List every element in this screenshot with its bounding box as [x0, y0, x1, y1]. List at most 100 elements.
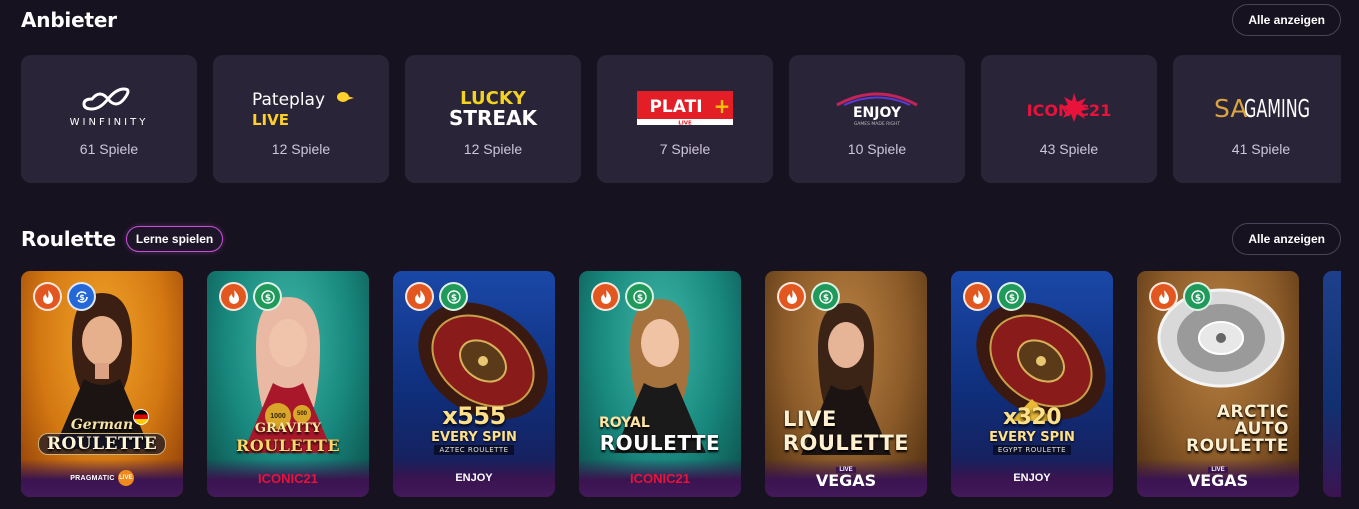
game-title-small: GRAVITY: [254, 421, 322, 436]
pateplay-name: Pateplay: [252, 90, 325, 110]
enjoy-logo: ENJOY GAMES MADE RIGHT: [822, 55, 932, 137]
provider-count: 12 Spiele: [463, 141, 523, 157]
provider-name: ENJOY: [455, 472, 493, 484]
roulette-header: Roulette Lerne spielen Alle anzeigen: [21, 223, 1341, 255]
flame-icon: [777, 282, 806, 311]
game-title-sub: EVERY SPIN: [431, 430, 517, 445]
game-tile-x320-egypt-roulette[interactable]: $ x320 EVERY SPIN EGYPT ROULETTE ENJOY: [951, 271, 1113, 497]
provider-card-pateplay[interactable]: Pateplay LIVE 12 Spiele: [213, 55, 389, 183]
badge-row: $: [219, 282, 282, 311]
dollar-icon: $: [439, 282, 468, 311]
plati-text: PLATI: [649, 97, 702, 117]
game-title-small: LIVE: [783, 407, 837, 431]
game-title-big: ROULETTE: [782, 431, 910, 455]
svg-text:$: $: [636, 293, 642, 303]
dollar-icon: $: [811, 282, 840, 311]
svg-text:$: $: [1008, 293, 1014, 303]
flame-icon: [1149, 282, 1178, 311]
flame-icon: [963, 282, 992, 311]
badge-row: $: [33, 282, 96, 311]
game-provider: PRAGMATIC LIVE: [21, 459, 183, 497]
game-title-small: German: [70, 417, 134, 433]
game-title: GRAVITY ROULETTE: [207, 421, 369, 455]
roulette-title: Roulette: [21, 227, 116, 251]
provider-card-platiplus[interactable]: PLATI + LIVE 7 Spiele: [597, 55, 773, 183]
pateplay-logo: Pateplay LIVE: [246, 55, 356, 137]
svg-text:+: +: [714, 94, 731, 118]
flame-icon: [219, 282, 248, 311]
game-title: ROYAL ROULETTE: [579, 415, 741, 455]
sagaming-logo: SA GAMING: [1206, 55, 1316, 137]
dollar-icon: $: [625, 282, 654, 311]
provider-count: 10 Spiele: [847, 141, 907, 157]
iconic21-name: ICONIC21: [1027, 101, 1112, 120]
game-tile-next-partial[interactable]: [1323, 271, 1341, 497]
provider-count: 41 Spiele: [1231, 141, 1291, 157]
badge-row: $: [1149, 282, 1212, 311]
game-title-big: ROULETTE: [235, 436, 341, 455]
platiplus-logo: PLATI + LIVE: [630, 55, 740, 137]
game-title-sub: EVERY SPIN: [989, 430, 1075, 445]
winfinity-logo: WINFINITY: [54, 55, 164, 137]
game-provider: LIVE VEGAS: [1137, 459, 1299, 497]
provider-name: ENJOY: [1013, 472, 1051, 484]
providers-carousel[interactable]: WINFINITY 61 Spiele Pateplay LIVE 12 Spi…: [21, 55, 1341, 183]
gaming-text: GAMING: [1244, 94, 1310, 123]
provider-name: ICONIC21: [630, 470, 690, 486]
provider-card-enjoy[interactable]: ENJOY GAMES MADE RIGHT 10 Spiele: [789, 55, 965, 183]
provider-name: ICONIC21: [258, 470, 318, 486]
game-tile-x555-aztec-roulette[interactable]: $ x555 EVERY SPIN AZTEC ROULETTE ENJOY: [393, 271, 555, 497]
streak-text: STREAK: [449, 106, 539, 129]
game-title-tiny: EGYPT ROULETTE: [992, 445, 1072, 455]
game-provider: ENJOY: [393, 459, 555, 497]
provider-count: 7 Spiele: [659, 141, 711, 157]
game-title: x320 EVERY SPIN EGYPT ROULETTE: [951, 405, 1113, 455]
badge-row: $: [963, 282, 1026, 311]
iconic21-logo: ICONIC21: [1014, 55, 1124, 137]
game-provider: ENJOY: [951, 459, 1113, 497]
enjoy-name: ENJOY: [853, 105, 902, 121]
pateplay-live: LIVE: [252, 111, 289, 129]
game-provider: ICONIC21: [207, 459, 369, 497]
roulette-carousel[interactable]: $ German ROULETTE PRAGMATIC LIVE $ 1000 …: [21, 271, 1341, 497]
providers-header: Anbieter Alle anzeigen: [21, 4, 1341, 36]
provider-name: PRAGMATIC: [70, 474, 115, 482]
providers-show-all-button[interactable]: Alle anzeigen: [1232, 4, 1341, 36]
game-tile-arctic-auto-roulette[interactable]: $ ARCTIC AUTO ROULETTE LIVE VEGAS: [1137, 271, 1299, 497]
provider-count: 61 Spiele: [79, 141, 139, 157]
providers-title: Anbieter: [21, 8, 117, 32]
game-tile-gravity-roulette[interactable]: $ 1000 500 GRAVITY ROULETTE ICONIC21: [207, 271, 369, 497]
roulette-show-all-button[interactable]: Alle anzeigen: [1232, 223, 1341, 255]
game-title-multiplier: x555: [442, 402, 506, 430]
game-title: x555 EVERY SPIN AZTEC ROULETTE: [393, 402, 555, 455]
game-tile-german-roulette[interactable]: $ German ROULETTE PRAGMATIC LIVE: [21, 271, 183, 497]
learn-to-play-button[interactable]: Lerne spielen: [125, 226, 224, 252]
provider-card-winfinity[interactable]: WINFINITY 61 Spiele: [21, 55, 197, 183]
provider-card-iconic21[interactable]: ICONIC21 43 Spiele: [981, 55, 1157, 183]
dollar-icon: $: [997, 282, 1026, 311]
provider-name: VEGAS: [815, 471, 877, 490]
game-title-small: ROYAL: [599, 415, 650, 431]
svg-text:$: $: [450, 293, 456, 303]
game-tile-royal-roulette[interactable]: $ ROYAL ROULETTE ICONIC21: [579, 271, 741, 497]
svg-text:$: $: [1194, 293, 1200, 303]
game-title-big: ROULETTE: [37, 433, 167, 455]
rotate-dollar-icon: $: [67, 282, 96, 311]
svg-text:$: $: [79, 293, 85, 302]
germany-flag-icon: [133, 409, 149, 425]
provider-count: 12 Spiele: [271, 141, 331, 157]
dollar-icon: $: [1183, 282, 1212, 311]
game-tile-live-roulette[interactable]: $ LIVE ROULETTE LIVE VEGAS: [765, 271, 927, 497]
game-title-multiplier: x320: [1002, 405, 1062, 430]
provider-card-luckystreak[interactable]: LUCKY STREAK 12 Spiele: [405, 55, 581, 183]
badge-row: $: [405, 282, 468, 311]
game-title: German ROULETTE: [21, 417, 183, 455]
plati-live: LIVE: [678, 121, 692, 127]
enjoy-tagline: GAMES MADE RIGHT: [854, 121, 901, 127]
flame-icon: [591, 282, 620, 311]
provider-card-sagaming[interactable]: SA GAMING 41 Spiele: [1173, 55, 1341, 183]
svg-text:$: $: [822, 293, 828, 303]
game-title: LIVE ROULETTE: [765, 407, 927, 455]
game-title: ARCTIC AUTO ROULETTE: [1137, 404, 1299, 455]
sa-text: SA: [1214, 94, 1247, 123]
